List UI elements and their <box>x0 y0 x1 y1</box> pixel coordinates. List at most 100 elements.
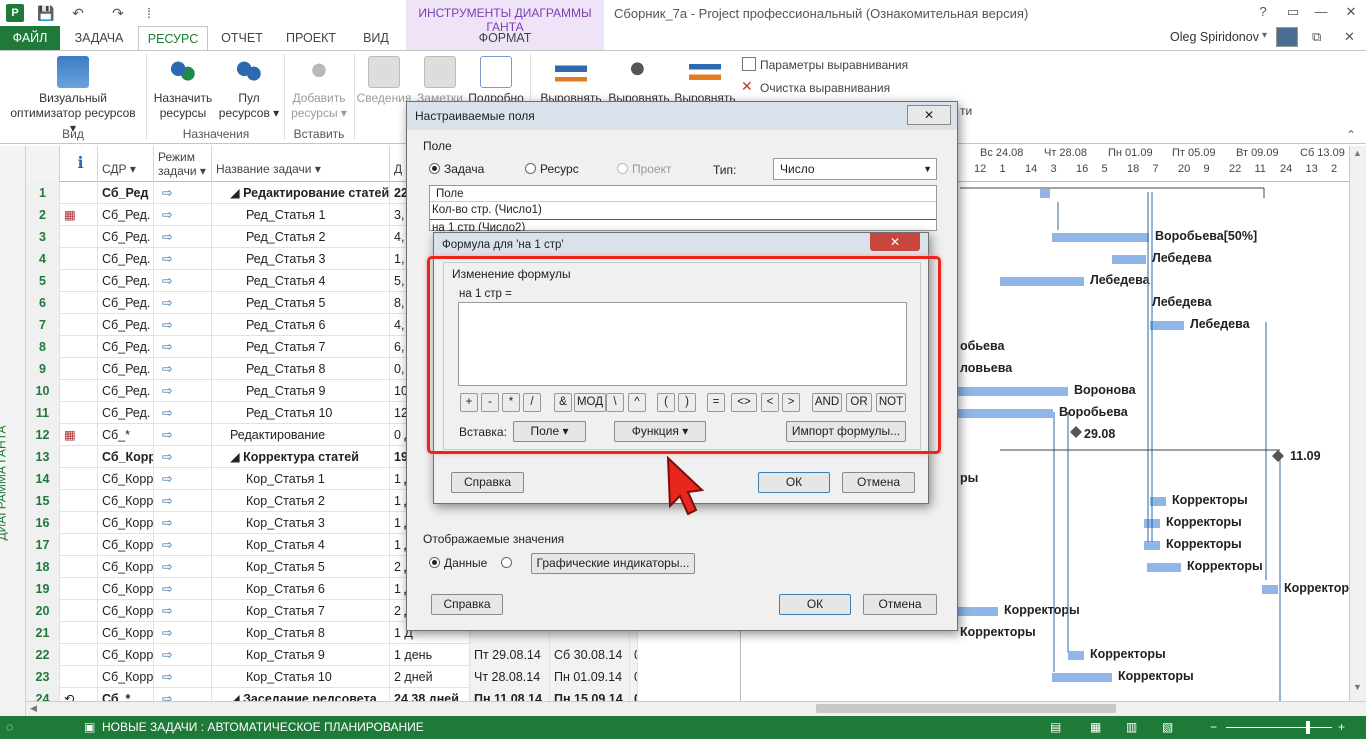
cell-id[interactable]: 20 <box>26 600 60 622</box>
zoom-in-icon[interactable]: + <box>1338 716 1345 739</box>
cell-name[interactable]: Кор_Статья 3 <box>212 512 390 534</box>
cell-name[interactable]: Кор_Статья 10 <box>212 666 390 688</box>
cell-id[interactable]: 18 <box>26 556 60 578</box>
radio-resource[interactable]: Ресурс <box>525 162 579 176</box>
scroll-thumb[interactable] <box>816 704 1116 713</box>
cell-id[interactable]: 19 <box>26 578 60 600</box>
cell-id[interactable]: 8 <box>26 336 60 358</box>
cell-name[interactable]: Ред_Статья 9 <box>212 380 390 402</box>
cell-wbs[interactable]: Сб_Корр <box>98 512 154 534</box>
cell-name[interactable]: Кор_Статья 7 <box>212 600 390 622</box>
task-mode-icon[interactable]: ⇨ <box>154 292 212 314</box>
close-doc-icon[interactable]: ✕ <box>1344 29 1355 45</box>
select-all-corner[interactable] <box>26 146 60 182</box>
cell-dur[interactable]: 1 день <box>390 644 470 666</box>
list-item[interactable]: Кол-во стр. (Число1) <box>430 202 936 219</box>
cell-id[interactable]: 17 <box>26 534 60 556</box>
cell-name[interactable]: Ред_Статья 5 <box>212 292 390 314</box>
cell-name[interactable]: Кор_Статья 6 <box>212 578 390 600</box>
cell-name[interactable]: Кор_Статья 9 <box>212 644 390 666</box>
redo-icon[interactable]: ↷ <box>108 4 128 22</box>
zoom-out-icon[interactable]: − <box>1210 716 1217 739</box>
fields-list[interactable]: Поле Кол-во стр. (Число1) на 1 стр (Числ… <box>429 185 937 231</box>
status-text[interactable]: НОВЫЕ ЗАДАЧИ : АВТОМАТИЧЕСКОЕ ПЛАНИРОВАН… <box>102 716 424 739</box>
cell-name[interactable]: Кор_Статья 1 <box>212 468 390 490</box>
table-row[interactable]: 23 Сб_Корр ⇨ Кор_Статья 10 2 дней Чт 28.08.14… <box>26 666 638 688</box>
cell-name[interactable]: Кор_Статья 2 <box>212 490 390 512</box>
row-indicator[interactable] <box>60 248 98 270</box>
task-mode-icon[interactable]: ⇨ <box>154 446 212 468</box>
task-mode-icon[interactable]: ⇨ <box>154 666 212 688</box>
column-mode[interactable]: Режим задачи ▾ <box>154 146 212 182</box>
user-name[interactable]: Oleg Spiridonov <box>1170 30 1259 44</box>
cell-name[interactable]: Ред_Статья 2 <box>212 226 390 248</box>
cell-wbs[interactable]: Сб_Корр <box>98 446 154 468</box>
cell-wbs[interactable]: Сб_Корр <box>98 468 154 490</box>
row-indicator[interactable] <box>60 534 98 556</box>
cell-wbs[interactable]: Сб_Корр <box>98 666 154 688</box>
row-indicator[interactable] <box>60 578 98 600</box>
cell-id[interactable]: 4 <box>26 248 60 270</box>
radio-data[interactable]: Данные <box>429 556 487 570</box>
row-indicator[interactable] <box>60 468 98 490</box>
task-mode-icon[interactable]: ⇨ <box>154 600 212 622</box>
add-resources-button[interactable]: Добавить ресурсы ▾ <box>288 56 350 121</box>
info-button[interactable]: Сведения <box>356 56 412 106</box>
task-mode-icon[interactable]: ⇨ <box>154 512 212 534</box>
task-usage-icon[interactable]: ▦ <box>1090 716 1101 739</box>
save-icon[interactable]: 💾 <box>36 4 56 22</box>
cell-id[interactable]: 5 <box>26 270 60 292</box>
cell-finish[interactable]: Сб 30.08.14 <box>550 644 630 666</box>
radio-project[interactable]: Проект <box>617 162 672 176</box>
team-planner-icon[interactable]: ▥ <box>1126 716 1137 739</box>
scroll-up-icon[interactable]: ▲ <box>1353 148 1362 158</box>
zoom-slider[interactable] <box>1226 727 1332 728</box>
cell-id[interactable]: 3 <box>26 226 60 248</box>
cell-name[interactable]: Ред_Статья 6 <box>212 314 390 336</box>
cell-wbs[interactable]: Сб_Корр <box>98 556 154 578</box>
radio-graphic[interactable] <box>501 556 516 570</box>
clear-leveling-button[interactable]: Очистка выравнивания <box>760 81 890 95</box>
formula-cancel-button[interactable]: Отмена <box>842 472 915 493</box>
cell-extra[interactable]: 0 <box>630 666 638 688</box>
cell-name[interactable]: ◢ Редактирование статей <box>212 182 390 204</box>
row-indicator[interactable] <box>60 380 98 402</box>
row-indicator[interactable]: ▦ <box>60 424 98 446</box>
task-mode-icon[interactable]: ⇨ <box>154 402 212 424</box>
task-mode-icon[interactable]: ⇨ <box>154 644 212 666</box>
column-name[interactable]: Название задачи ▾ <box>212 146 390 182</box>
cell-id[interactable]: 9 <box>26 358 60 380</box>
undo-icon[interactable]: ↶ <box>68 4 88 22</box>
cell-id[interactable]: 1 <box>26 182 60 204</box>
cell-wbs[interactable]: Сб_Корр <box>98 622 154 644</box>
row-indicator[interactable] <box>60 644 98 666</box>
cell-id[interactable]: 21 <box>26 622 60 644</box>
task-mode-icon[interactable]: ⇨ <box>154 424 212 446</box>
tab-report[interactable]: ОТЧЕТ <box>212 26 272 50</box>
help-icon[interactable]: ? <box>1248 2 1278 22</box>
cell-wbs[interactable]: Сб_Ред. <box>98 270 154 292</box>
row-indicator[interactable] <box>60 292 98 314</box>
radio-task[interactable]: Задача <box>429 162 484 176</box>
cell-id[interactable]: 10 <box>26 380 60 402</box>
vertical-scrollbar[interactable]: ▲ ▼ <box>1349 146 1366 701</box>
cell-wbs[interactable]: Сб_Ред. <box>98 402 154 424</box>
cell-name[interactable]: Редактирование <box>212 424 390 446</box>
task-mode-icon[interactable]: ⇨ <box>154 380 212 402</box>
tab-format[interactable]: ФОРМАТ <box>406 26 604 50</box>
task-mode-icon[interactable]: ⇨ <box>154 358 212 380</box>
cell-id[interactable]: 22 <box>26 644 60 666</box>
level-selection-button[interactable]: Выровнять <box>538 56 604 106</box>
cell-wbs[interactable]: Сб_Корр <box>98 578 154 600</box>
task-mode-icon[interactable]: ⇨ <box>154 578 212 600</box>
cell-id[interactable]: 2 <box>26 204 60 226</box>
row-indicator[interactable] <box>60 490 98 512</box>
details-button[interactable]: Подробно <box>468 56 524 106</box>
horizontal-scrollbar[interactable]: ◀ <box>26 701 1366 716</box>
cell-wbs[interactable]: Сб_Ред <box>98 182 154 204</box>
tab-view[interactable]: ВИД <box>350 26 402 50</box>
cell-name[interactable]: Ред_Статья 10 <box>212 402 390 424</box>
ok-button[interactable]: ОК <box>779 594 851 615</box>
cell-name[interactable]: Кор_Статья 5 <box>212 556 390 578</box>
cell-wbs[interactable]: Сб_Корр <box>98 600 154 622</box>
